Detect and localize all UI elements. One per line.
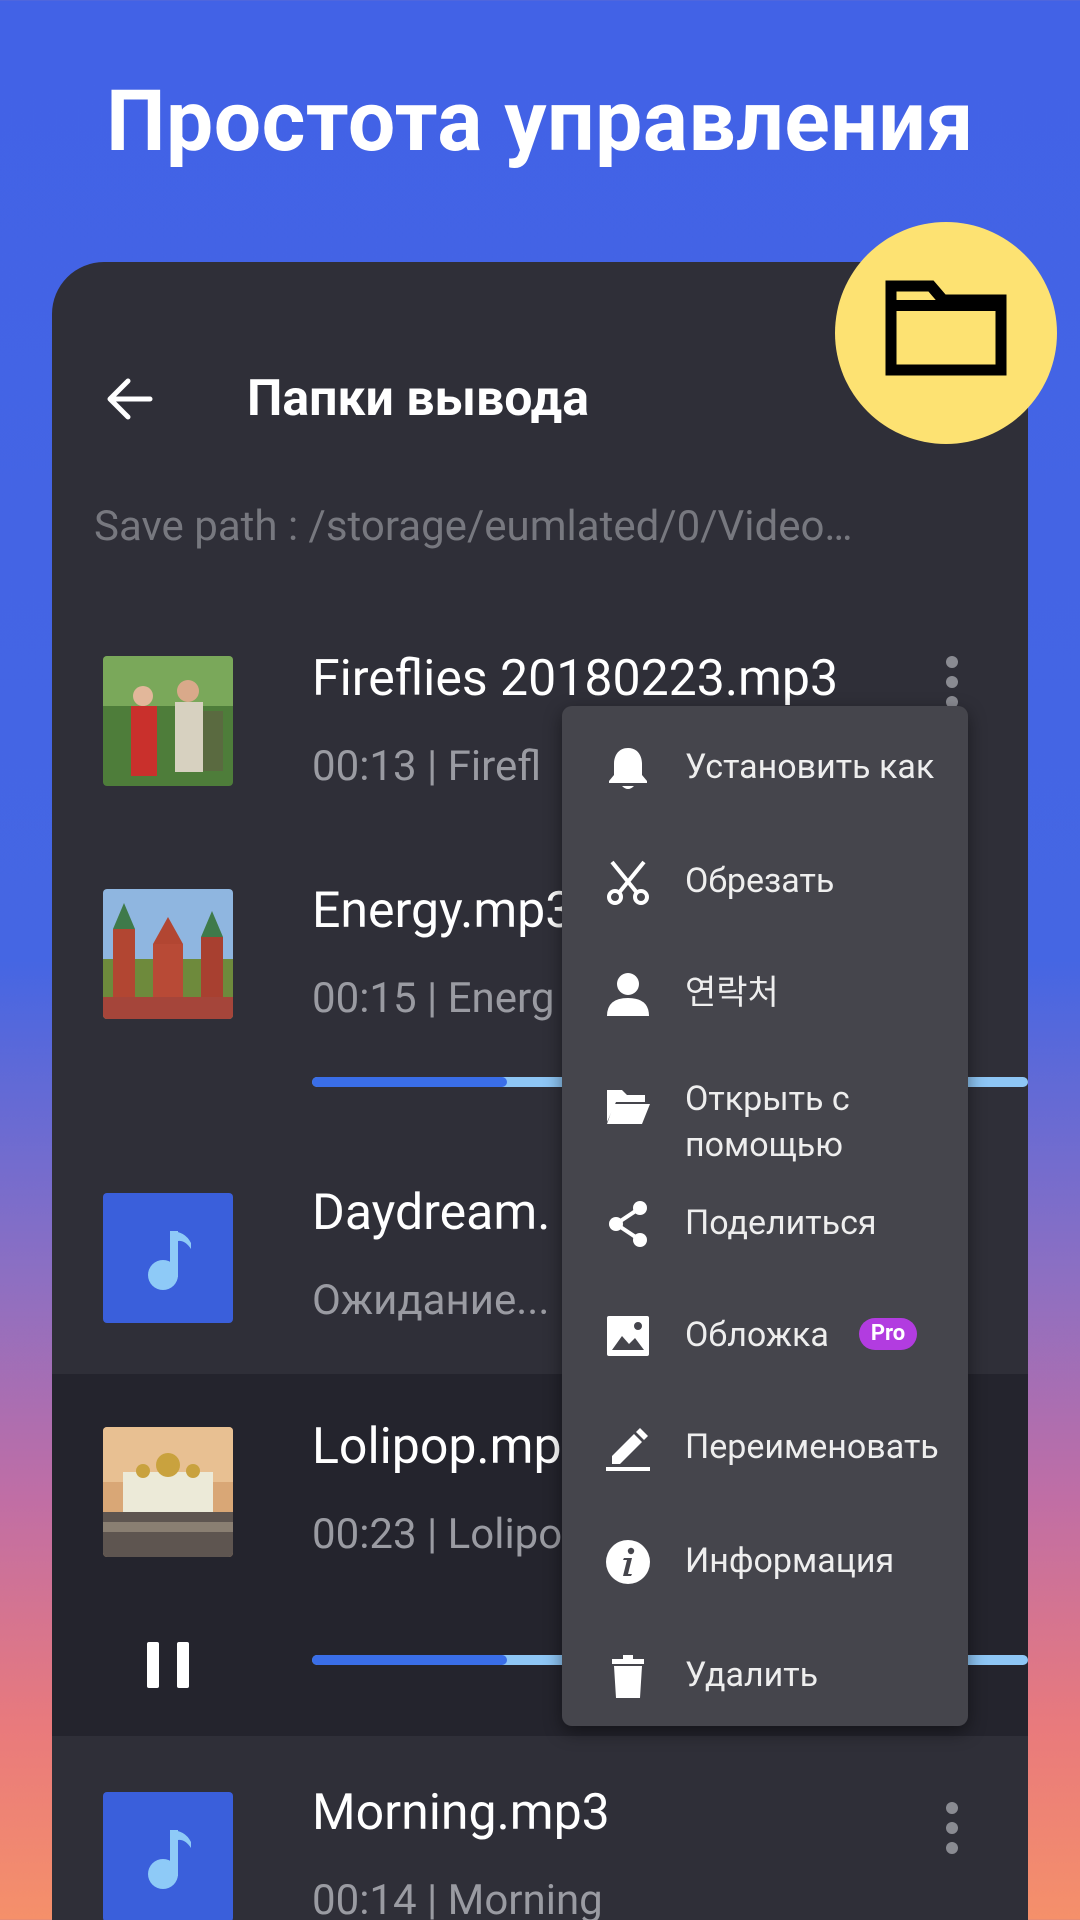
menu-item-cover[interactable]: Обложка Pro (562, 1300, 968, 1384)
headline: Простота управления (106, 72, 974, 171)
menu-item-label: помощью (685, 1125, 843, 1165)
track-meta: 00:13 | Firefl (312, 742, 542, 791)
progress-fill (312, 1655, 507, 1665)
menu-item-label: Открыть с (685, 1079, 850, 1119)
menu-item-label: Удалить (685, 1655, 819, 1695)
track-name: Fireflies 20180223.mp3 (312, 650, 839, 708)
track-name: Daydream. (312, 1184, 551, 1242)
menu-item-info[interactable]: Информация (562, 1528, 968, 1612)
menu-item-share[interactable]: Поделиться (562, 1186, 968, 1270)
folder-badge (835, 222, 1057, 444)
context-menu: Установить как Обрезать 연락처 Открыть с по… (562, 706, 968, 1726)
menu-item-open-with[interactable]: Открыть с помощью (562, 1076, 968, 1186)
track-name: Energy.mp3 (312, 882, 574, 940)
more-vert-icon[interactable] (937, 1798, 967, 1858)
trash-icon (612, 1655, 644, 1698)
track-meta: 00:23 | Lolipo (312, 1510, 563, 1559)
menu-item-label: 연락처 (685, 973, 779, 1013)
person-icon (607, 973, 649, 1016)
page-title: Папки вывода (247, 370, 589, 428)
image-icon (607, 1316, 649, 1356)
track-name: Lolipop.mp (312, 1418, 562, 1476)
track-meta: 00:15 | Energ (312, 974, 555, 1023)
menu-item-label: Переименовать (685, 1427, 939, 1467)
menu-item-label: Обложка Pro (685, 1312, 918, 1359)
track-thumbnail (103, 1193, 233, 1323)
back-arrow-icon[interactable] (102, 372, 156, 426)
info-icon (606, 1540, 650, 1584)
bell-icon (609, 748, 647, 789)
track-meta: 00:14 | Morning (312, 1876, 603, 1920)
menu-item-label: Поделиться (685, 1203, 877, 1243)
music-note-icon (148, 1231, 191, 1290)
pro-badge: Pro (858, 1318, 918, 1351)
menu-item-label: Информация (685, 1541, 895, 1581)
folder-icon (885, 280, 1007, 376)
scissors-icon (607, 860, 649, 905)
music-note-icon (148, 1830, 191, 1889)
menu-item-label: Обрезать (685, 861, 835, 901)
share-icon (609, 1201, 647, 1247)
menu-item-trim[interactable]: Обрезать (562, 846, 968, 930)
pause-icon[interactable] (145, 1640, 191, 1690)
track-thumbnail (103, 656, 233, 786)
menu-item-label: Установить как (685, 747, 935, 787)
track-name: Morning.mp3 (312, 1784, 610, 1842)
menu-item-label-text: Обложка (685, 1315, 829, 1355)
track-thumbnail (103, 1427, 233, 1557)
menu-item-rename[interactable]: Переименовать (562, 1414, 968, 1498)
menu-item-delete[interactable]: Удалить (562, 1642, 968, 1726)
save-path: Save path : /storage/eumlated/0/Video… (94, 502, 853, 551)
pencil-icon (606, 1428, 650, 1471)
more-vert-icon[interactable] (937, 652, 967, 712)
menu-item-set-as[interactable]: Установить как (562, 734, 968, 818)
track-status: Ожидание... (312, 1276, 550, 1325)
folder-open-icon (607, 1090, 650, 1124)
track-thumbnail (103, 889, 233, 1019)
track-thumbnail (103, 1792, 233, 1920)
menu-item-contact[interactable]: 연락처 (562, 960, 968, 1044)
progress-fill (312, 1077, 507, 1087)
